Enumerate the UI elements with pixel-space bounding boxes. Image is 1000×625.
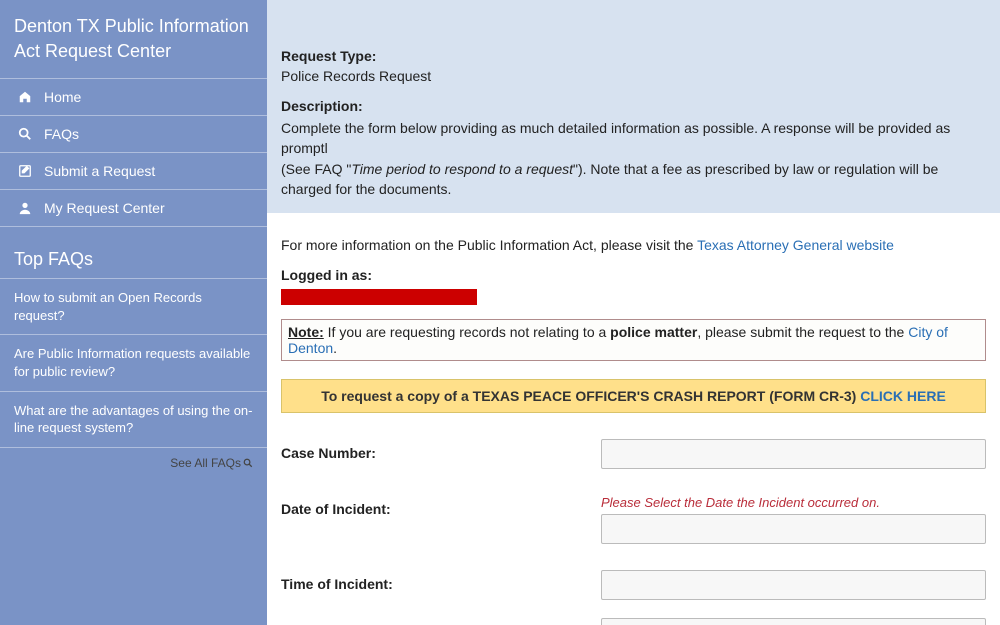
description-faq-lead: (See FAQ " bbox=[281, 161, 351, 177]
form-row-case-number: Case Number: bbox=[281, 439, 986, 469]
time-of-incident-label: Time of Incident: bbox=[281, 570, 601, 592]
date-helper-text: Please Select the Date the Incident occu… bbox=[601, 495, 986, 510]
nav-label: My Request Center bbox=[44, 200, 165, 216]
description-line1: Complete the form below providing as muc… bbox=[281, 120, 950, 156]
location-of-incident-input[interactable] bbox=[601, 618, 986, 625]
time-of-incident-input[interactable] bbox=[601, 570, 986, 600]
user-icon bbox=[18, 201, 32, 215]
faq-list: How to submit an Open Records request? A… bbox=[0, 278, 267, 447]
search-icon bbox=[18, 127, 32, 141]
date-of-incident-input[interactable] bbox=[601, 514, 986, 544]
edit-icon bbox=[18, 164, 32, 178]
app-title: Denton TX Public Information Act Request… bbox=[0, 10, 267, 78]
pia-info-pre: For more information on the Public Infor… bbox=[281, 237, 697, 253]
description-faq-em: Time period to respond to a request bbox=[351, 161, 573, 177]
note-box: Note: If you are requesting records not … bbox=[281, 319, 986, 361]
see-all-faqs-link[interactable]: See All FAQs bbox=[0, 448, 267, 478]
see-all-label: See All FAQs bbox=[170, 456, 241, 470]
banner-text: To request a copy of a TEXAS PEACE OFFIC… bbox=[321, 388, 860, 404]
sidebar: Denton TX Public Information Act Request… bbox=[0, 0, 267, 625]
home-icon bbox=[18, 90, 32, 104]
crash-report-link[interactable]: CLICK HERE bbox=[860, 388, 946, 404]
faq-item[interactable]: What are the advantages of using the on-… bbox=[0, 392, 267, 448]
crash-report-banner: To request a copy of a TEXAS PEACE OFFIC… bbox=[281, 379, 986, 413]
nav-home[interactable]: Home bbox=[0, 78, 267, 116]
case-number-input[interactable] bbox=[601, 439, 986, 469]
faq-item[interactable]: Are Public Information requests availabl… bbox=[0, 335, 267, 391]
faq-item[interactable]: How to submit an Open Records request? bbox=[0, 278, 267, 335]
header-band: Request Type: Police Records Request Des… bbox=[267, 0, 1000, 213]
description-label: Description: bbox=[281, 98, 986, 114]
date-of-incident-label: Date of Incident: bbox=[281, 495, 601, 517]
search-icon bbox=[243, 458, 253, 468]
note-label: Note: bbox=[288, 324, 324, 340]
nav-faqs[interactable]: FAQs bbox=[0, 116, 267, 153]
body-area: For more information on the Public Infor… bbox=[267, 213, 1000, 625]
request-type-label: Request Type: bbox=[281, 48, 986, 64]
request-type-value: Police Records Request bbox=[281, 68, 986, 84]
nav-submit-request[interactable]: Submit a Request bbox=[0, 153, 267, 190]
nav-label: Home bbox=[44, 89, 81, 105]
nav-label: FAQs bbox=[44, 126, 79, 142]
form-row-location-of-incident: Location of Incident: bbox=[281, 618, 986, 625]
main-nav: Home FAQs Submit a Request My Request Ce… bbox=[0, 78, 267, 227]
description-text: Complete the form below providing as muc… bbox=[281, 118, 986, 199]
location-of-incident-label: Location of Incident: bbox=[281, 618, 601, 625]
logged-in-label: Logged in as: bbox=[281, 267, 986, 283]
top-faqs-heading: Top FAQs bbox=[0, 227, 267, 278]
case-number-label: Case Number: bbox=[281, 439, 601, 461]
nav-my-request-center[interactable]: My Request Center bbox=[0, 190, 267, 227]
note-tail: . bbox=[333, 340, 337, 356]
note-bold: police matter bbox=[610, 324, 697, 340]
note-pre: If you are requesting records not relati… bbox=[324, 324, 610, 340]
form-row-time-of-incident: Time of Incident: bbox=[281, 570, 986, 600]
nav-label: Submit a Request bbox=[44, 163, 155, 179]
note-mid: , please submit the request to the bbox=[697, 324, 908, 340]
pia-info-line: For more information on the Public Infor… bbox=[281, 237, 986, 253]
form-row-date-of-incident: Date of Incident: Please Select the Date… bbox=[281, 495, 986, 544]
logged-in-user-redacted bbox=[281, 289, 477, 305]
main-content: Request Type: Police Records Request Des… bbox=[267, 0, 1000, 625]
texas-ag-link[interactable]: Texas Attorney General website bbox=[697, 237, 894, 253]
